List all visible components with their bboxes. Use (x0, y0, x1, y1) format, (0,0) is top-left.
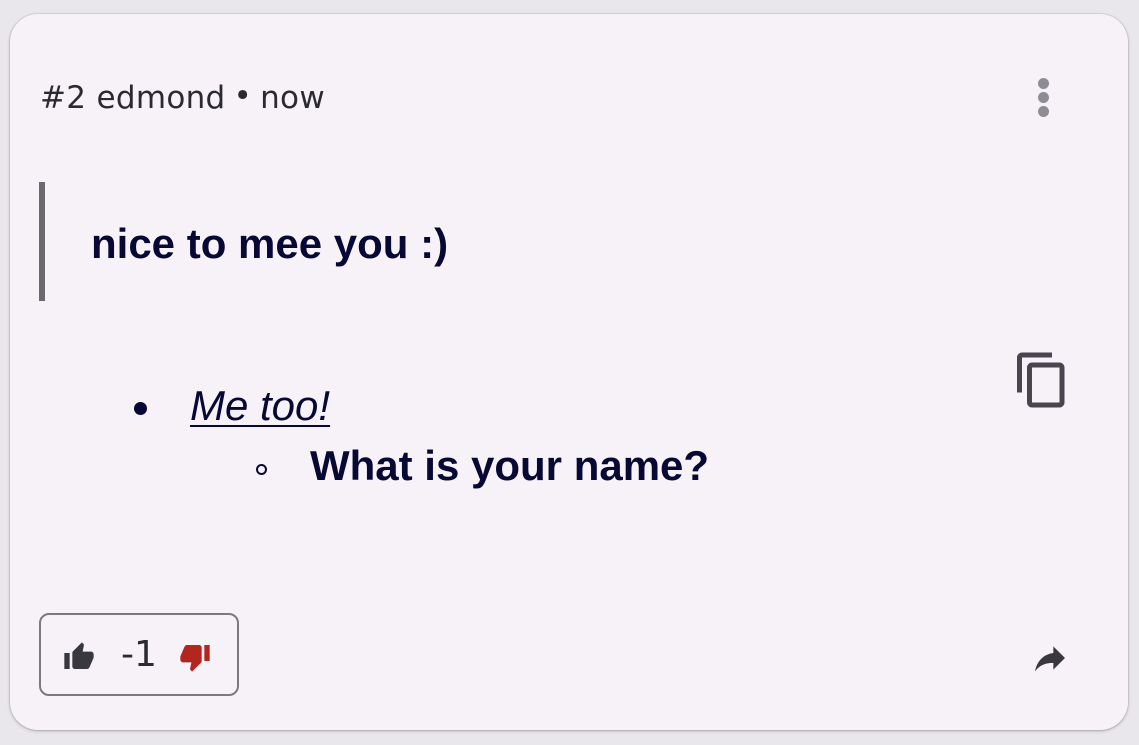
thumb-down-icon (180, 645, 210, 672)
vote-count: -1 (121, 634, 157, 675)
thumb-up-icon (64, 642, 94, 669)
list-item-link[interactable]: Me too! (190, 382, 330, 430)
bullet-disc (134, 402, 147, 415)
quote-text: nice to mee you :) (91, 220, 449, 267)
comment-header: #2 edmond • now (40, 78, 325, 116)
nested-list-item-text: What is your name? (310, 442, 710, 489)
bullet-circle (256, 464, 267, 475)
comment-card: #2 edmond • now nice to mee you :) Me too!… (10, 14, 1128, 730)
downvote-button[interactable] (179, 641, 211, 673)
blockquote: nice to mee you :) (39, 182, 939, 301)
more-options-button[interactable] (1028, 72, 1060, 122)
share-button[interactable] (1030, 638, 1070, 678)
comment-timestamp: now (260, 80, 325, 116)
comment-number: #2 (40, 80, 87, 116)
upvote-button[interactable] (63, 641, 95, 673)
share-icon (1035, 646, 1065, 672)
copy-icon (1017, 352, 1065, 408)
header-separator: • (233, 78, 253, 114)
comment-author[interactable]: edmond (96, 80, 225, 116)
copy-button[interactable] (1012, 350, 1072, 410)
vote-control: -1 (39, 613, 239, 696)
